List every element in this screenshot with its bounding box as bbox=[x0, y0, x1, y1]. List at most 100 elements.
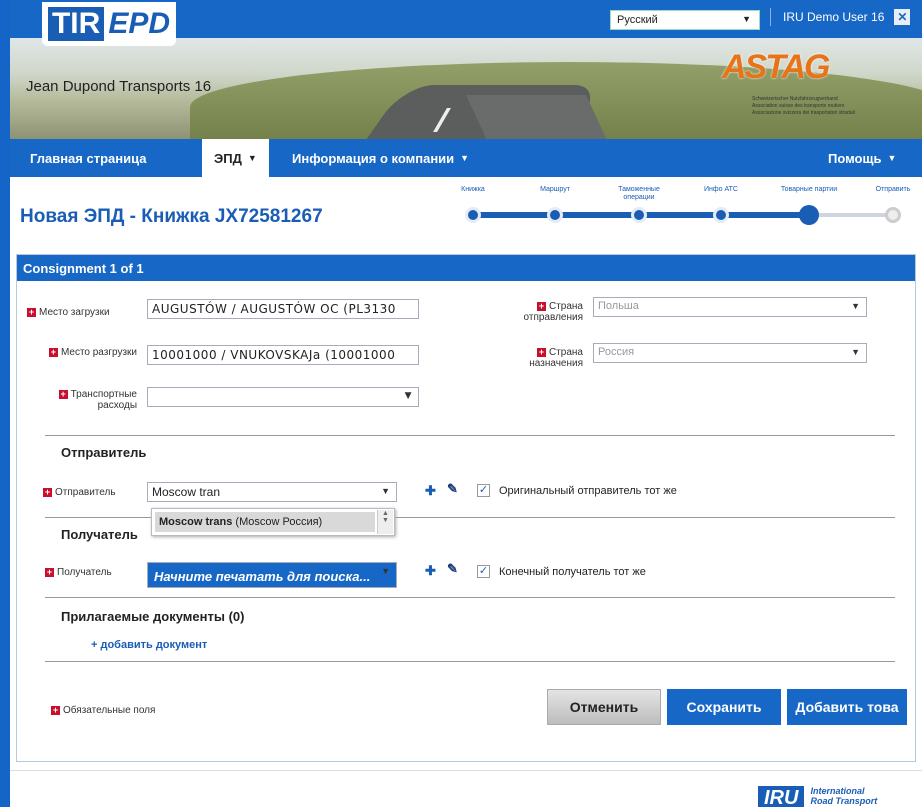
unloading-place-label: + Место разгрузки bbox=[37, 347, 137, 358]
receiver-same-label: Конечный получатель тот же bbox=[499, 566, 646, 578]
chevron-down-icon: ▼ bbox=[247, 153, 257, 163]
iru-text: International Road Transport bbox=[810, 786, 877, 806]
logout-icon[interactable]: ✕ bbox=[894, 9, 911, 25]
add-icon[interactable]: ✚ bbox=[425, 483, 436, 499]
nav-epd-label: ЭПД bbox=[214, 150, 242, 166]
app-frame: TIR EPD Jean Dupond Transports 16 Русски… bbox=[10, 0, 922, 807]
nav-home-label: Главная страница bbox=[30, 150, 147, 166]
iru-mark: IRU bbox=[758, 786, 805, 807]
chevron-down-icon: ▼ bbox=[851, 347, 860, 357]
progress-stepper: Книжка Маршрут Таможенные операции Инфо … bbox=[430, 186, 922, 226]
divider bbox=[45, 661, 895, 662]
language-value: Русский bbox=[617, 14, 658, 26]
step-dot-current[interactable] bbox=[799, 205, 819, 225]
dropdown-scrollbar[interactable]: ▲ ▼ bbox=[377, 510, 393, 534]
step-dot[interactable] bbox=[547, 207, 563, 223]
language-select[interactable]: Русский ▼ bbox=[610, 10, 760, 30]
panel-header: Consignment 1 of 1 bbox=[17, 255, 915, 281]
required-fields-note: + Обязательные поля bbox=[51, 705, 251, 716]
step-label[interactable]: Маршрут bbox=[520, 186, 590, 194]
main-nav: Главная страница ЭПД ▼ Информация о компа… bbox=[10, 139, 922, 177]
chevron-down-icon: ▼ bbox=[460, 153, 470, 163]
nav-company-info[interactable]: Информация о компании ▼ bbox=[280, 139, 481, 177]
required-icon: + bbox=[51, 704, 60, 715]
iru-line: International bbox=[810, 786, 865, 796]
loading-place-input[interactable]: AUGUSTÓW / AUGUSTÓW OC (PL3130 bbox=[147, 299, 419, 319]
sender-autocomplete-dropdown: Moscow trans (Moscow Россия) ▲ ▼ bbox=[151, 508, 395, 536]
page-title: Новая ЭПД - Книжка JX72581267 bbox=[20, 206, 323, 227]
chevron-down-icon: ▼ bbox=[742, 14, 751, 24]
step-dot-pending[interactable] bbox=[885, 207, 901, 223]
astag-mark: ASTAG bbox=[722, 48, 830, 86]
logo-epd: EPD bbox=[108, 7, 170, 40]
divider bbox=[770, 8, 771, 26]
sender-input[interactable]: Moscow tran ▼ bbox=[147, 482, 397, 502]
sender-label-text: Отправитель bbox=[55, 487, 116, 498]
sender-option-name: Moscow trans bbox=[159, 516, 233, 528]
iru-line: Road Transport bbox=[810, 796, 878, 806]
required-fields-text: Обязательные поля bbox=[63, 705, 156, 716]
required-icon: + bbox=[48, 346, 58, 357]
destination-country-value: Россия bbox=[598, 346, 635, 358]
step-dot[interactable] bbox=[713, 207, 729, 223]
destination-country-label: + Страна назначения bbox=[487, 347, 583, 369]
step-dot[interactable] bbox=[465, 207, 481, 223]
loading-place-label-text: Место загрузки bbox=[39, 307, 110, 318]
save-button[interactable]: Сохранить bbox=[667, 689, 781, 725]
chevron-down-icon: ▼ bbox=[381, 486, 390, 496]
receiver-placeholder: Начните печатать для поиска... bbox=[154, 569, 371, 584]
sender-same-label: Оригинальный отправитель тот же bbox=[499, 485, 677, 497]
company-name: Jean Dupond Transports 16 bbox=[26, 78, 212, 95]
required-icon: + bbox=[45, 566, 54, 577]
iru-logo: IRU International Road Transport bbox=[758, 786, 877, 807]
transport-costs-select[interactable]: ▼ bbox=[147, 387, 419, 407]
sender-option-detail: (Moscow Россия) bbox=[232, 516, 323, 528]
astag-logo: ASTAG Schweizerischer Nutzfahrzeugverban… bbox=[722, 46, 912, 130]
required-icon: + bbox=[58, 388, 68, 399]
sender-same-checkbox[interactable]: ✓ bbox=[477, 484, 490, 497]
documents-section-title: Прилагаемые документы (0) bbox=[61, 609, 245, 624]
receiver-same-checkbox[interactable]: ✓ bbox=[477, 565, 490, 578]
sender-label: + Отправитель bbox=[37, 487, 137, 498]
required-icon: + bbox=[43, 486, 52, 497]
user-name[interactable]: IRU Demo User 16 bbox=[783, 10, 884, 24]
receiver-section-title: Получатель bbox=[61, 527, 138, 542]
step-dot[interactable] bbox=[631, 207, 647, 223]
step-label[interactable]: Товарные партии bbox=[774, 186, 844, 194]
step-label[interactable]: Инфо АТС bbox=[686, 186, 756, 194]
edit-icon[interactable]: ✎ bbox=[447, 481, 458, 497]
add-document-link[interactable]: + добавить документ bbox=[91, 639, 207, 651]
loading-place-label: + Место загрузки bbox=[27, 307, 137, 318]
unloading-place-input[interactable]: 10001000 / VNUKOVSKAJa (10001000 bbox=[147, 345, 419, 365]
edit-icon[interactable]: ✎ bbox=[447, 561, 458, 577]
sender-option[interactable]: Moscow trans (Moscow Россия) bbox=[155, 512, 375, 532]
divider bbox=[45, 597, 895, 598]
departure-country-label-text: Страна отправления bbox=[523, 301, 583, 323]
tir-epd-logo[interactable]: TIR EPD bbox=[42, 2, 176, 46]
nav-home[interactable]: Главная страница bbox=[18, 139, 158, 177]
step-label[interactable]: Отправить bbox=[858, 186, 922, 194]
user-bar: IRU Demo User 16 ✕ bbox=[770, 8, 911, 26]
receiver-label-text: Получатель bbox=[57, 567, 112, 578]
divider bbox=[45, 435, 895, 436]
step-label[interactable]: Книжка bbox=[438, 186, 508, 194]
astag-line: Schweizerischer Nutzfahrzeugverband bbox=[752, 96, 838, 102]
nav-help-label: Помощь bbox=[828, 150, 882, 166]
logo-tir: TIR bbox=[47, 7, 105, 41]
transport-costs-label-text: Транспортные расходы bbox=[70, 389, 137, 411]
departure-country-value: Польша bbox=[598, 300, 639, 312]
chevron-down-icon: ▼ bbox=[851, 301, 860, 311]
add-goods-button[interactable]: Добавить това bbox=[787, 689, 907, 725]
departure-country-select[interactable]: Польша ▼ bbox=[593, 297, 867, 317]
cancel-button[interactable]: Отменить bbox=[547, 689, 661, 725]
destination-country-select[interactable]: Россия ▼ bbox=[593, 343, 867, 363]
nav-epd[interactable]: ЭПД ▼ bbox=[202, 139, 269, 177]
required-icon: + bbox=[536, 300, 546, 311]
nav-help[interactable]: Помощь ▼ bbox=[816, 139, 908, 177]
step-label[interactable]: Таможенные операции bbox=[604, 186, 674, 202]
receiver-input[interactable]: Начните печатать для поиска... ▼ bbox=[147, 562, 397, 588]
add-icon[interactable]: ✚ bbox=[425, 563, 436, 579]
header-banner: TIR EPD Jean Dupond Transports 16 Русски… bbox=[10, 0, 922, 139]
astag-subtitle: Schweizerischer Nutzfahrzeugverband Asso… bbox=[752, 96, 912, 117]
chevron-down-icon: ▼ bbox=[404, 391, 412, 401]
